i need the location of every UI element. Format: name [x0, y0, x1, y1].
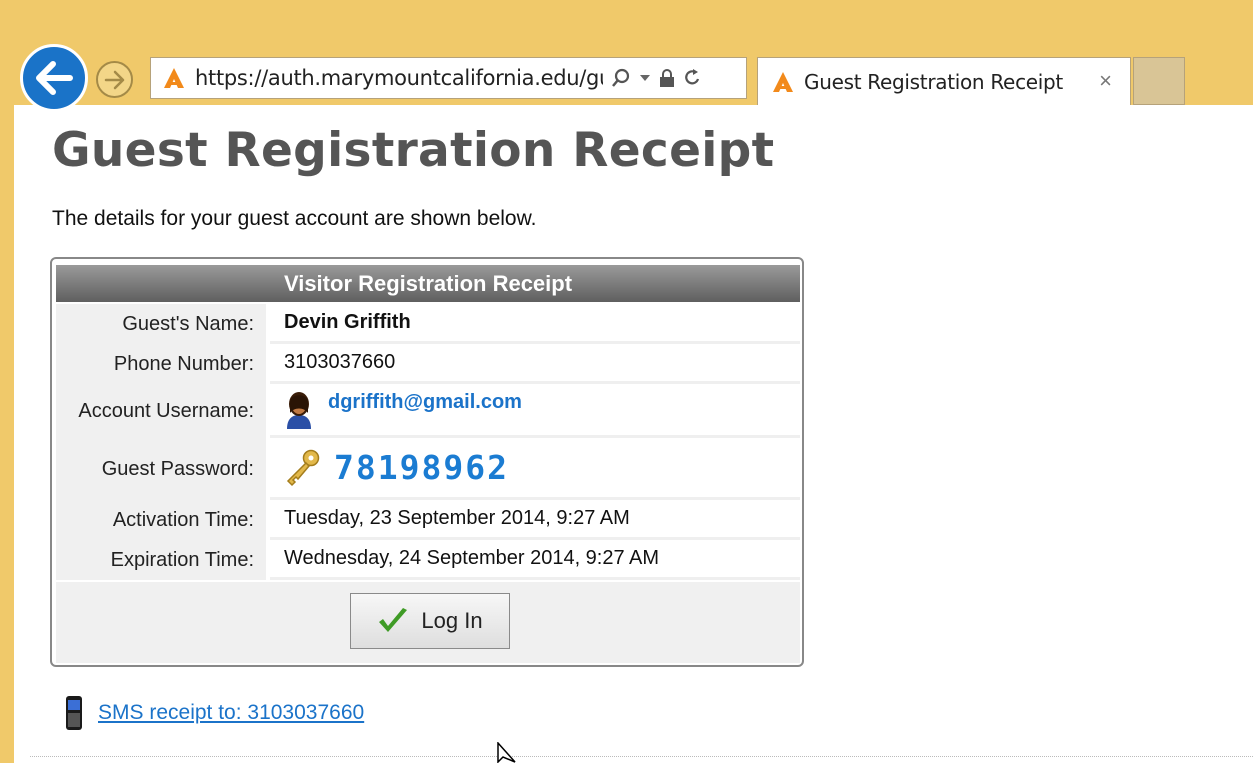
expiration-value: Wednesday, 24 September 2014, 9:27 AM	[270, 540, 800, 580]
expiration-row: Expiration Time: Wednesday, 24 September…	[56, 540, 800, 580]
key-icon	[286, 449, 320, 486]
search-icon[interactable]	[611, 68, 631, 88]
login-button[interactable]: Log In	[350, 593, 510, 649]
user-icon	[287, 391, 311, 429]
lock-icon[interactable]	[659, 68, 675, 88]
password-value: 78198962	[334, 448, 509, 487]
receipt-header: Visitor Registration Receipt	[56, 265, 800, 302]
arrow-right-icon	[104, 70, 124, 89]
browser-tab[interactable]: Guest Registration Receipt ×	[757, 57, 1131, 105]
row-label: Expiration Time:	[56, 540, 266, 580]
new-tab-button[interactable]	[1133, 57, 1185, 105]
password-row: Guest Password: 78198962	[56, 438, 800, 500]
guest-name-value: Devin Griffith	[270, 304, 800, 344]
intro-text: The details for your guest account are s…	[52, 207, 537, 230]
guest-name-row: Guest's Name: Devin Griffith	[56, 304, 800, 344]
refresh-icon[interactable]	[683, 68, 701, 88]
button-row: Log In	[56, 582, 800, 663]
row-label: Activation Time:	[56, 500, 266, 540]
sms-receipt-link[interactable]: SMS receipt to: 3103037660	[64, 694, 364, 732]
mouse-cursor-icon	[497, 742, 516, 763]
row-label: Account Username:	[56, 384, 266, 438]
close-icon[interactable]: ×	[1099, 68, 1112, 94]
back-button[interactable]	[20, 44, 88, 112]
address-bar[interactable]: https://auth.marymountcalifornia.edu/gu	[150, 57, 747, 99]
divider	[30, 756, 1253, 757]
site-logo-icon	[773, 71, 793, 92]
phone-icon	[66, 696, 82, 730]
username-row: Account Username: dgriffith@gmail.com	[56, 384, 800, 438]
dropdown-icon[interactable]	[639, 74, 651, 82]
password-cell: 78198962	[270, 438, 800, 500]
tab-title: Guest Registration Receipt	[804, 69, 1063, 94]
arrow-left-icon	[36, 61, 73, 95]
checkmark-icon	[377, 607, 409, 635]
receipt-card: Visitor Registration Receipt Guest's Nam…	[50, 257, 804, 667]
row-label: Guest Password:	[56, 438, 266, 500]
row-label: Guest's Name:	[56, 304, 266, 344]
username-cell: dgriffith@gmail.com	[270, 384, 800, 438]
phone-value: 3103037660	[270, 344, 800, 384]
sms-link-text[interactable]: SMS receipt to: 3103037660	[98, 701, 364, 725]
row-label: Phone Number:	[56, 344, 266, 384]
activation-row: Activation Time: Tuesday, 23 September 2…	[56, 500, 800, 540]
username-value: dgriffith@gmail.com	[328, 391, 522, 413]
browser-frame-left	[0, 0, 14, 763]
activation-value: Tuesday, 23 September 2014, 9:27 AM	[270, 500, 800, 540]
page-title: Guest Registration Receipt	[52, 123, 775, 178]
login-button-label: Log In	[421, 608, 483, 633]
site-logo-icon	[164, 68, 184, 88]
url-text[interactable]: https://auth.marymountcalifornia.edu/gu	[195, 66, 603, 90]
phone-row: Phone Number: 3103037660	[56, 344, 800, 384]
forward-button[interactable]	[96, 61, 133, 98]
